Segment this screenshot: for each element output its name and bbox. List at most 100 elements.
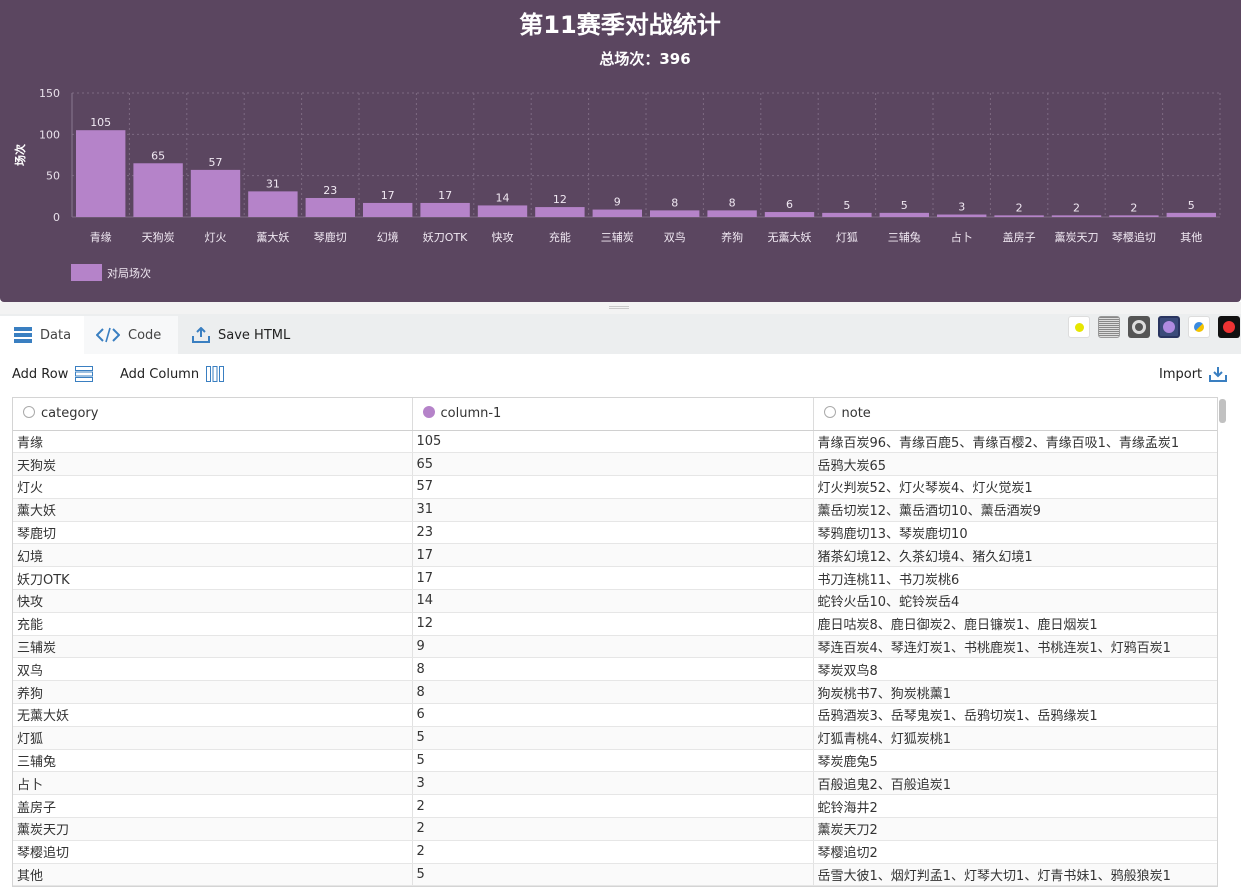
cell-note[interactable]: 岳鸦大炭65: [813, 452, 1217, 477]
cell-note[interactable]: 灯狐青桃4、灯狐炭桃1: [813, 726, 1217, 750]
cell-category[interactable]: 无薰大妖: [13, 703, 413, 727]
cell-note[interactable]: 蛇铃火岳10、蛇铃炭岳4: [813, 589, 1217, 613]
vertical-scrollbar[interactable]: [1218, 397, 1228, 887]
cell-category[interactable]: 青缘: [13, 430, 413, 454]
cell-category[interactable]: 琴樱追切: [13, 840, 413, 864]
cell-category[interactable]: 琴鹿切: [13, 521, 413, 545]
scrollbar-thumb[interactable]: [1219, 399, 1226, 423]
cell-category[interactable]: 充能: [13, 612, 413, 636]
cell-note[interactable]: 蛇铃海井2: [813, 794, 1217, 819]
cell-value[interactable]: 6: [412, 703, 814, 727]
cell-value[interactable]: 8: [412, 657, 814, 682]
tab-code[interactable]: Code: [84, 316, 178, 354]
cell-category[interactable]: 妖刀OTK: [13, 566, 413, 591]
panel-splitter[interactable]: [0, 302, 1241, 314]
cell-note[interactable]: 琴鸦鹿切13、琴炭鹿切10: [813, 521, 1217, 545]
cell-value[interactable]: 17: [412, 543, 814, 568]
save-html-button[interactable]: Save HTML: [178, 316, 298, 354]
cell-note[interactable]: 岳鸦酒炭3、岳琴鬼炭1、岳鸦切炭1、岳鸦缘炭1: [813, 703, 1217, 727]
cell-category[interactable]: 其他: [13, 863, 413, 886]
legend-swatch: [71, 264, 102, 281]
cell-category[interactable]: 盖房子: [13, 794, 413, 819]
bar-value-label: 12: [553, 193, 567, 206]
table-row: 青缘 105 青缘百炭96、青缘百鹿5、青缘百樱2、青缘百吸1、青缘孟炭1: [13, 430, 1217, 454]
cell-category[interactable]: 薰炭天刀: [13, 817, 413, 841]
cell-note[interactable]: 灯火判炭52、灯火琴炭4、灯火觉炭1: [813, 475, 1217, 499]
cell-category[interactable]: 灯火: [13, 475, 413, 499]
cell-note[interactable]: 百般追鬼2、百般追炭1: [813, 771, 1217, 796]
table-icon: [14, 327, 32, 343]
table-row: 幻境 17 猪茶幻境12、久茶幻境4、猪久幻境1: [13, 543, 1217, 568]
x-tick-label: 天狗炭: [142, 231, 175, 244]
cell-note[interactable]: 书刀连桃11、书刀炭桃6: [813, 566, 1217, 591]
toolbar: Data Code Save HTML: [0, 314, 1241, 354]
cell-value[interactable]: 5: [412, 863, 814, 886]
bar-value-label: 8: [729, 196, 736, 209]
cell-category[interactable]: 双鸟: [13, 657, 413, 682]
code-icon: [96, 327, 120, 343]
x-tick-label: 快攻: [492, 230, 514, 244]
cell-value[interactable]: 65: [412, 452, 814, 477]
cell-value[interactable]: 14: [412, 589, 814, 613]
table-row: 天狗炭 65 岳鸦大炭65: [13, 452, 1217, 477]
cell-value[interactable]: 8: [412, 680, 814, 705]
cell-value[interactable]: 9: [412, 635, 814, 659]
cell-note[interactable]: 猪茶幻境12、久茶幻境4、猪久幻境1: [813, 543, 1217, 568]
cell-category[interactable]: 三辅炭: [13, 635, 413, 659]
cell-category[interactable]: 幻境: [13, 543, 413, 568]
cell-note[interactable]: 琴樱追切2: [813, 840, 1217, 864]
bar: [190, 169, 241, 217]
cell-note[interactable]: 青缘百炭96、青缘百鹿5、青缘百樱2、青缘百吸1、青缘孟炭1: [813, 430, 1217, 454]
x-tick-label: 充能: [549, 230, 571, 244]
cell-value[interactable]: 3: [412, 771, 814, 796]
bar-value-label: 5: [901, 199, 908, 212]
cell-value[interactable]: 5: [412, 749, 814, 773]
blue-yellow-theme-icon[interactable]: [1188, 316, 1210, 338]
x-tick-label: 琴鹿切: [314, 230, 347, 244]
cell-note[interactable]: 琴炭鹿兔5: [813, 749, 1217, 773]
cell-value[interactable]: 17: [412, 566, 814, 591]
cell-value[interactable]: 12: [412, 612, 814, 636]
tab-data[interactable]: Data: [0, 316, 84, 354]
cell-category[interactable]: 灯狐: [13, 726, 413, 750]
table-row: 三辅兔 5 琴炭鹿兔5: [13, 749, 1217, 773]
cell-category[interactable]: 薰大妖: [13, 498, 413, 522]
cell-value[interactable]: 57: [412, 475, 814, 499]
column-header-category[interactable]: category: [13, 398, 413, 431]
x-tick-label: 其他: [1180, 231, 1202, 244]
column-header-column-1[interactable]: column-1: [412, 398, 814, 431]
striped-theme-icon[interactable]: [1098, 316, 1120, 338]
cell-category[interactable]: 快攻: [13, 589, 413, 613]
cell-value[interactable]: 2: [412, 794, 814, 819]
import-button[interactable]: Import: [1159, 366, 1228, 382]
cell-value[interactable]: 5: [412, 726, 814, 750]
cell-category[interactable]: 天狗炭: [13, 452, 413, 477]
bar: [420, 202, 470, 217]
purple-orb-theme-icon[interactable]: [1158, 316, 1180, 338]
cell-value[interactable]: 31: [412, 498, 814, 522]
yellow-dot-theme-icon[interactable]: [1068, 316, 1090, 338]
bar: [535, 207, 585, 217]
cell-note[interactable]: 薰炭天刀2: [813, 817, 1217, 841]
cell-category[interactable]: 三辅兔: [13, 749, 413, 773]
import-icon: [1209, 367, 1228, 382]
cell-note[interactable]: 岳雪大彼1、烟灯判孟1、灯琴大切1、灯青书妹1、鸦般狼炭1: [813, 863, 1217, 886]
cell-value[interactable]: 2: [412, 817, 814, 841]
cell-value[interactable]: 105: [412, 430, 814, 454]
bar-value-label: 2: [1016, 201, 1023, 214]
add-column-button[interactable]: Add Column: [120, 366, 225, 382]
add-row-button[interactable]: Add Row: [12, 366, 94, 382]
ring-theme-icon[interactable]: [1128, 316, 1150, 338]
cell-note[interactable]: 琴炭双鸟8: [813, 657, 1217, 682]
cell-category[interactable]: 占卜: [13, 771, 413, 796]
cell-note[interactable]: 琴连百炭4、琴连灯炭1、书桃鹿炭1、书桃连炭1、灯鸦百炭1: [813, 635, 1217, 659]
cell-note[interactable]: 鹿日咕炭8、鹿日御炭2、鹿日镰炭1、鹿日烟炭1: [813, 612, 1217, 636]
cell-category[interactable]: 养狗: [13, 680, 413, 705]
cell-note[interactable]: 薰岳切炭12、薰岳酒切10、薰岳酒炭9: [813, 498, 1217, 522]
red-dot-theme-icon[interactable]: [1218, 316, 1240, 338]
column-header-note[interactable]: note: [813, 398, 1217, 431]
cell-note[interactable]: 狗炭桃书7、狗炭桃薰1: [813, 680, 1217, 705]
cell-value[interactable]: 23: [412, 521, 814, 545]
splitter-grip-icon[interactable]: [609, 306, 629, 309]
cell-value[interactable]: 2: [412, 840, 814, 864]
